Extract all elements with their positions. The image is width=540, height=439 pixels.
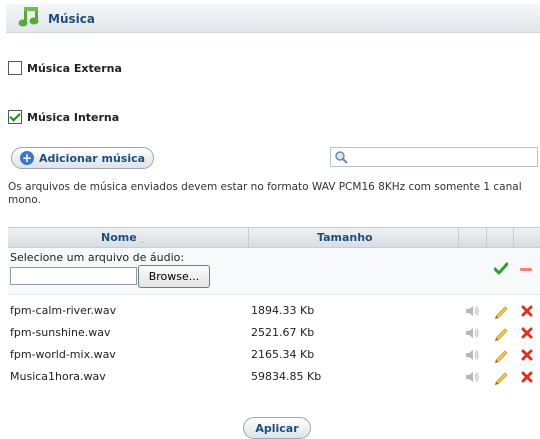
file-name: fpm-sunshine.wav	[10, 326, 111, 339]
file-path-input[interactable]	[10, 267, 137, 285]
speaker-icon[interactable]	[465, 370, 479, 384]
edit-pencil-icon[interactable]	[493, 325, 509, 341]
upload-row: Selecione um arquivo de áudio: Browse...	[8, 248, 540, 295]
music-table: Nome ˏ Tamanho Selecione um arquivo de á…	[8, 227, 540, 385]
table-row: fpm-world-mix.wav 2165.34 Kb	[8, 344, 540, 366]
table-row: Musica1hora.wav 59834.85 Kb	[8, 366, 540, 388]
column-divider	[513, 228, 514, 247]
edit-pencil-icon[interactable]	[493, 369, 509, 385]
edit-pencil-icon[interactable]	[493, 303, 509, 319]
file-size: 2521.67 Kb	[251, 326, 315, 339]
external-music-checkbox[interactable]	[8, 61, 22, 75]
apply-button[interactable]: Aplicar	[243, 417, 311, 439]
external-music-option[interactable]: Música Externa	[8, 61, 122, 75]
add-music-label: Adicionar música	[39, 151, 146, 165]
search-input[interactable]	[351, 149, 535, 165]
upload-label: Selecione um arquivo de áudio:	[10, 251, 185, 264]
table-row: fpm-calm-river.wav 1894.33 Kb	[8, 300, 540, 322]
internal-music-option[interactable]: Música Interna	[8, 110, 119, 124]
file-size: 2165.34 Kb	[251, 348, 315, 361]
file-size: 1894.33 Kb	[251, 304, 315, 317]
search-box[interactable]	[330, 147, 538, 167]
table-header: Nome ˏ Tamanho	[8, 227, 540, 248]
add-music-button[interactable]: + Adicionar música	[11, 147, 154, 169]
section-title: Música	[48, 12, 95, 26]
column-header-name[interactable]: Nome	[101, 231, 137, 244]
column-divider	[248, 228, 249, 247]
delete-icon[interactable]	[520, 304, 534, 318]
column-divider	[458, 228, 459, 247]
external-music-label: Música Externa	[27, 61, 122, 75]
plus-icon: +	[20, 151, 34, 165]
search-icon	[335, 151, 348, 164]
section-header: Música	[6, 4, 540, 33]
file-name: fpm-calm-river.wav	[10, 304, 117, 317]
confirm-check-icon[interactable]	[494, 262, 508, 276]
format-info-text: Os arquivos de música enviados devem est…	[8, 181, 522, 206]
column-divider	[486, 228, 487, 247]
speaker-icon[interactable]	[465, 348, 479, 362]
internal-music-checkbox[interactable]	[8, 110, 22, 124]
sort-indicator-icon: ˏ	[140, 234, 144, 243]
column-header-size[interactable]: Tamanho	[317, 231, 373, 244]
file-name: Musica1hora.wav	[10, 370, 106, 383]
file-size: 59834.85 Kb	[251, 370, 322, 383]
edit-pencil-icon[interactable]	[493, 347, 509, 363]
music-note-icon	[18, 7, 39, 27]
browse-button[interactable]: Browse...	[138, 265, 210, 288]
file-name: fpm-world-mix.wav	[10, 348, 116, 361]
table-row: fpm-sunshine.wav 2521.67 Kb	[8, 322, 540, 344]
speaker-icon[interactable]	[465, 304, 479, 318]
delete-icon[interactable]	[520, 348, 534, 362]
speaker-icon[interactable]	[465, 326, 479, 340]
delete-icon[interactable]	[520, 370, 534, 384]
delete-icon[interactable]	[520, 326, 534, 340]
internal-music-label: Música Interna	[27, 110, 120, 124]
cancel-minus-icon[interactable]	[520, 268, 532, 271]
